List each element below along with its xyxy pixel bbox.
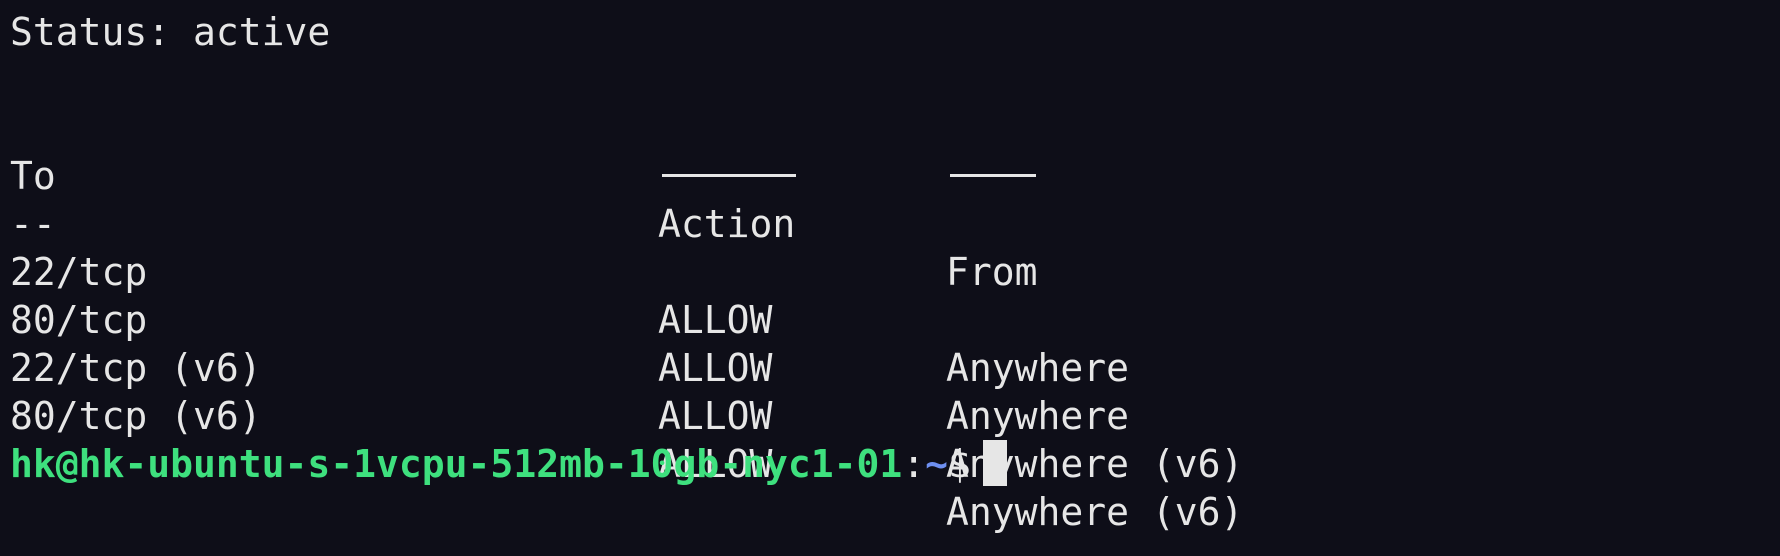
shell-prompt[interactable]: hk@hk-ubuntu-s-1vcpu-512mb-10gb-nyc1-01:… [10,439,1007,490]
row-from: Anywhere [946,394,1130,438]
text-cursor[interactable] [982,439,1007,486]
row-action: ALLOW [658,394,773,438]
table-header-row: To Action From [10,104,1710,294]
row-to: 80/tcp (v6) [10,394,262,438]
terminal-window[interactable]: Status: active To Action From -- 22/tcp … [0,0,1780,556]
separator-from [950,174,1036,177]
table-row: 22/tcp (v6) ALLOW Anywhere (v6) [10,296,1710,486]
row-from: Anywhere (v6) [946,490,1244,534]
prompt-symbol: $ [948,442,971,486]
table-row: 80/tcp (v6) ALLOW Anywhere (v6) [10,344,1710,534]
prompt-user-host: hk@hk-ubuntu-s-1vcpu-512mb-10gb-nyc1-01 [10,442,903,486]
table-separator-row: -- [10,152,1710,246]
prompt-path: ~ [925,442,949,486]
status-line: Status: active [10,10,331,54]
separator-action [662,174,796,177]
table-row: 80/tcp ALLOW Anywhere [10,248,1710,438]
table-row: 22/tcp ALLOW Anywhere [10,200,1710,390]
prompt-separator: : [902,442,926,486]
